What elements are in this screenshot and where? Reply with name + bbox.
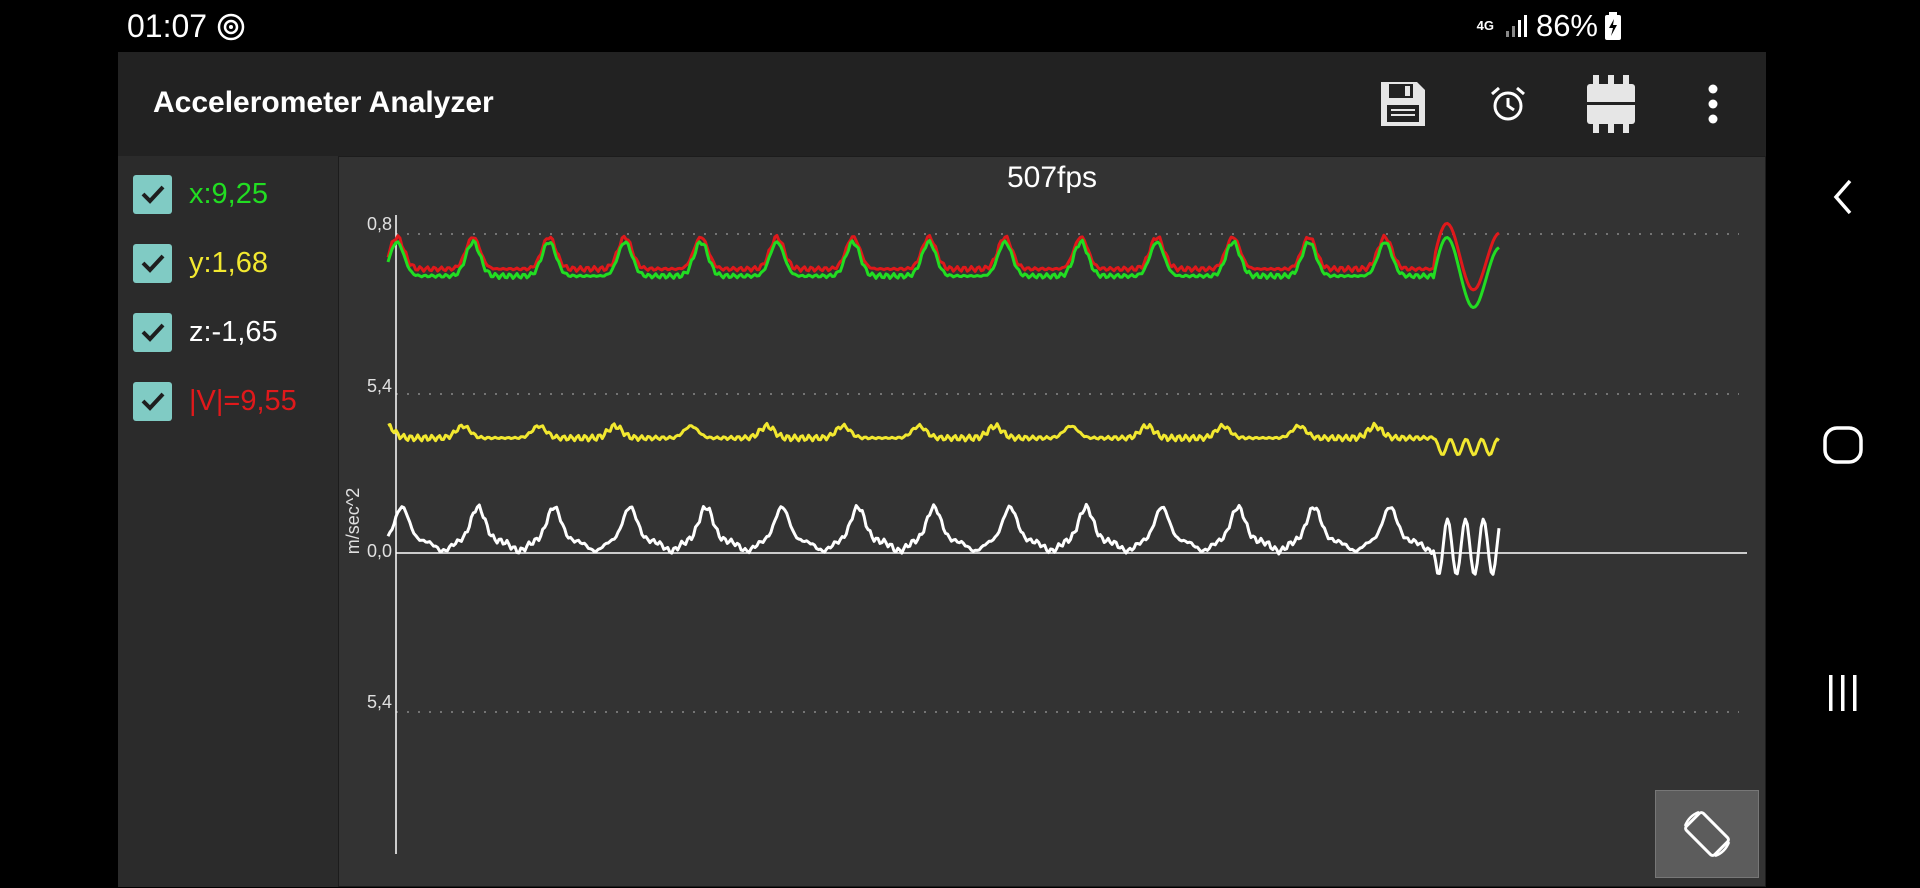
more-vert-icon [1708, 84, 1718, 124]
status-time: 01:07 [127, 8, 208, 44]
back-icon [1833, 179, 1852, 215]
y-tick-label: 5,4 [367, 376, 392, 396]
checkmark-icon [141, 254, 164, 273]
series-lines [386, 221, 1501, 576]
y-axis-label: m/sec^2 [343, 488, 363, 554]
rotate-icon [1683, 810, 1731, 858]
app-title: Accelerometer Analyzer [153, 86, 494, 119]
legend-label-v: |V|=9,55 [189, 384, 297, 417]
save-button[interactable] [1373, 74, 1433, 134]
battery-charging-icon [1605, 12, 1621, 40]
recents-icon [1829, 675, 1857, 711]
legend-label-y: y:1,68 [189, 246, 268, 279]
series-line-y [387, 421, 1500, 457]
checkbox-v[interactable] [133, 381, 172, 421]
series-line-z [386, 502, 1501, 576]
alarm-button[interactable] [1478, 74, 1538, 134]
series-legend: x:9,25 y:1,68 z:-1,65 |V|=9,55 [118, 156, 338, 887]
checkmark-icon [141, 323, 164, 342]
series-line-x [386, 236, 1500, 309]
chart-svg: 0,8 5,4 0,0 5,4 m/sec^2 [343, 214, 1747, 854]
y-tick-label: 5,4 [367, 692, 392, 712]
checkbox-z[interactable] [133, 312, 172, 352]
battery-percent: 86% [1535, 8, 1598, 43]
toolbar: Accelerometer Analyzer [118, 52, 1766, 156]
y-tick-label: 0,0 [367, 541, 392, 561]
signal-icon [1505, 15, 1527, 37]
sensor-chip-button[interactable] [1581, 74, 1641, 134]
alarm-icon [1491, 86, 1525, 121]
system-nav-bar [1766, 0, 1920, 887]
legend-label-x: x:9,25 [189, 177, 268, 210]
recents-button[interactable] [1816, 666, 1870, 720]
record-icon [217, 13, 245, 41]
legend-label-z: z:-1,65 [189, 315, 278, 348]
home-icon [1823, 426, 1863, 464]
save-icon [1381, 82, 1425, 126]
y-tick-labels: 0,8 5,4 0,0 5,4 [367, 214, 392, 712]
status-right: 4G 86% [1477, 6, 1622, 46]
y-tick-label: 0,8 [367, 214, 392, 234]
plot-area[interactable]: 507fps 0,8 5,4 0,0 5,4 m/sec^2 [338, 156, 1766, 887]
legend-item-v[interactable]: |V|=9,55 [133, 381, 297, 421]
checkmark-icon [141, 392, 164, 411]
chip-icon [1587, 75, 1635, 133]
network-type: 4G [1476, 18, 1494, 33]
checkmark-icon [141, 185, 164, 204]
legend-item-y[interactable]: y:1,68 [133, 243, 268, 283]
screen-rotate-button[interactable] [1655, 790, 1759, 878]
status-bar: 01:07 4G 86% [0, 0, 1766, 52]
more-options-button[interactable] [1683, 74, 1743, 134]
home-button[interactable] [1816, 418, 1870, 472]
legend-item-z[interactable]: z:-1,65 [133, 312, 278, 352]
back-button[interactable] [1816, 170, 1870, 224]
legend-item-x[interactable]: x:9,25 [133, 174, 268, 214]
checkbox-y[interactable] [133, 243, 172, 283]
checkbox-x[interactable] [133, 174, 172, 214]
app-window: Accelerometer Analyzer x:9,25 y:1,68 z:-… [118, 52, 1766, 887]
